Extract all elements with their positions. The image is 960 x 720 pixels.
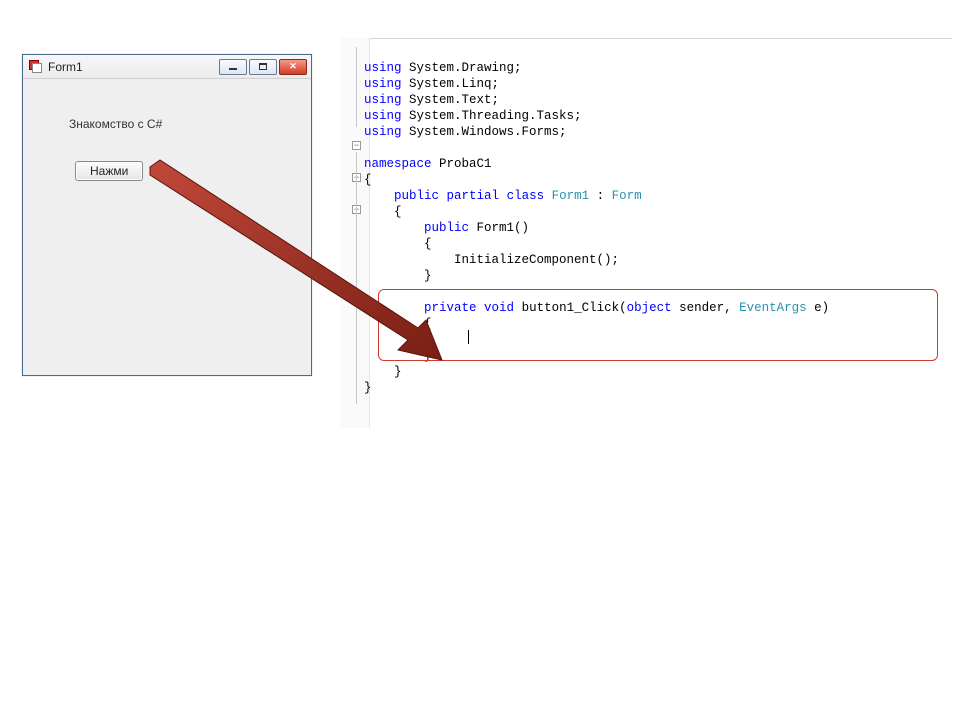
code-text: ProbaC1 — [432, 157, 492, 171]
code-text: InitializeComponent(); — [364, 253, 619, 267]
form-client-area: Знакомство с C# Нажми — [23, 79, 311, 375]
code-text: : — [589, 189, 612, 203]
maximize-button[interactable] — [249, 59, 277, 75]
editor-divider — [340, 38, 952, 39]
press-button[interactable]: Нажми — [75, 161, 143, 181]
close-button[interactable]: ✕ — [279, 59, 307, 75]
intro-label: Знакомство с C# — [69, 117, 162, 131]
type-name: Form1 — [552, 189, 590, 203]
code-text: System.Linq; — [402, 77, 500, 91]
code-text: System.Drawing; — [402, 61, 522, 75]
kw-class: class — [507, 189, 545, 203]
minimize-button[interactable] — [219, 59, 247, 75]
fold-toggle-icon[interactable]: − — [352, 141, 361, 150]
window-title: Form1 — [48, 60, 83, 74]
titlebar[interactable]: Form1 ✕ — [23, 55, 311, 79]
kw-using: using — [364, 109, 402, 123]
winforms-window: Form1 ✕ Знакомство с C# Нажми — [22, 54, 312, 376]
kw-using: using — [364, 125, 402, 139]
brace: { — [364, 173, 372, 187]
text-caret — [468, 330, 469, 344]
kw-using: using — [364, 61, 402, 75]
maximize-icon — [259, 63, 267, 70]
kw-using: using — [364, 93, 402, 107]
fold-guide — [356, 152, 357, 404]
brace: { — [364, 237, 432, 251]
close-icon: ✕ — [289, 61, 297, 72]
type-name: Form — [612, 189, 642, 203]
form-icon — [29, 60, 43, 74]
code-text: System.Threading.Tasks; — [402, 109, 582, 123]
brace: { — [364, 205, 402, 219]
kw-namespace: namespace — [364, 157, 432, 171]
code-editor[interactable]: − − − using System.Drawing; using System… — [340, 38, 952, 428]
code-text: System.Windows.Forms; — [402, 125, 567, 139]
kw-partial: partial — [447, 189, 500, 203]
brace: } — [364, 269, 432, 283]
kw-using: using — [364, 77, 402, 91]
code-text: Form1() — [469, 221, 529, 235]
brace: } — [364, 365, 402, 379]
code-text: System.Text; — [402, 93, 500, 107]
minimize-icon — [229, 68, 237, 70]
fold-guide — [356, 47, 357, 127]
highlight-box — [378, 289, 938, 361]
brace: } — [364, 381, 372, 395]
kw-public: public — [394, 189, 439, 203]
kw-public: public — [424, 221, 469, 235]
